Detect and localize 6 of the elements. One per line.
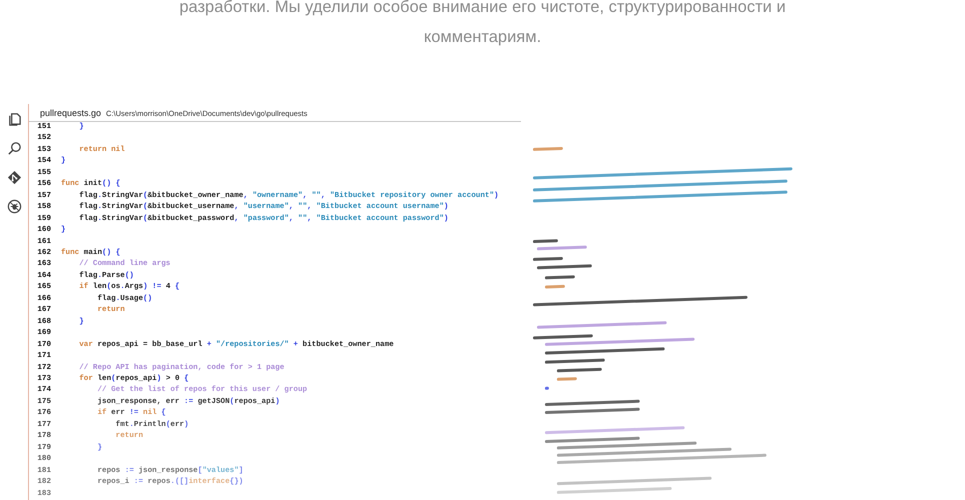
file-name: pullrequests.go — [40, 108, 102, 118]
intro-paragraph: разработки. Мы уделили особое внимание его чистоте, структурированности и комментариям. — [178, 0, 787, 48]
search-icon[interactable] — [6, 141, 22, 156]
debug-icon[interactable] — [6, 199, 22, 214]
git-icon[interactable] — [6, 170, 22, 185]
files-icon[interactable] — [6, 112, 22, 127]
